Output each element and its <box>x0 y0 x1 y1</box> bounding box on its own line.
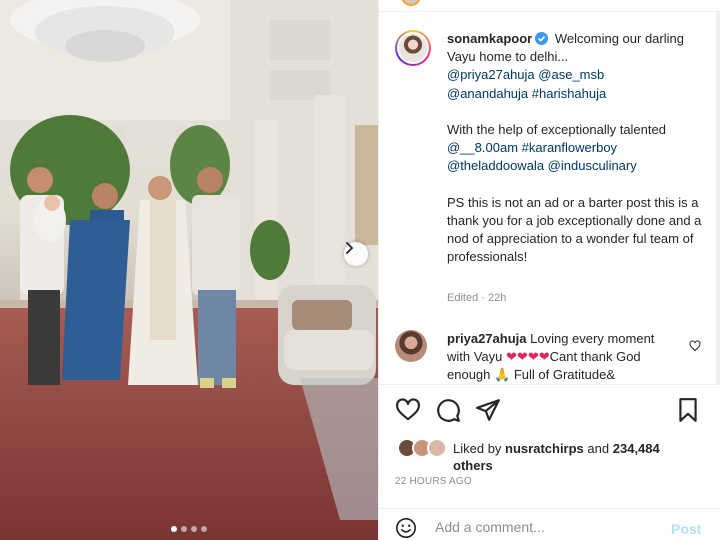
comment-like-heart-icon[interactable] <box>689 340 701 352</box>
caption-text: sonamkapoor Welcoming our darling Vayu h… <box>447 30 705 267</box>
likes-and: and <box>587 441 610 456</box>
commenter-username[interactable]: priya27ahuja <box>447 331 527 346</box>
comments-scrollbar[interactable] <box>715 12 720 384</box>
action-bar <box>379 384 720 434</box>
likes-summary: Liked by nusratchirps and 234,484 others <box>395 438 705 474</box>
hearts-emoji: ❤❤❤❤ <box>506 349 550 365</box>
post-timestamp[interactable]: 22 HOURS AGO <box>395 476 472 487</box>
author-username[interactable]: sonamkapoor <box>447 31 532 46</box>
likes-text: Liked by nusratchirps and 234,484 others <box>453 440 703 474</box>
comment-input[interactable] <box>435 519 655 535</box>
caption-paragraph: PS this is not an ad or a barter post th… <box>447 194 702 265</box>
mention-link[interactable]: @priya27ahuja <box>447 67 535 82</box>
share-icon[interactable] <box>475 397 501 423</box>
comment-text: priya27ahuja Loving every moment with Va… <box>447 330 677 384</box>
likes-prefix: Liked by <box>453 441 502 456</box>
header-strip <box>379 0 720 12</box>
comments-scroll-area[interactable]: sonamkapoor Welcoming our darling Vayu h… <box>379 12 715 384</box>
heart-icon[interactable] <box>395 397 421 423</box>
carousel-dot <box>191 526 197 532</box>
commenter-avatar[interactable] <box>395 330 427 362</box>
post-comment-button[interactable]: Post <box>671 521 701 537</box>
likes-others[interactable]: others <box>453 458 493 473</box>
pray-emoji: 🙏 <box>494 367 511 383</box>
mention-link[interactable]: @ase_msb <box>538 67 604 82</box>
caption-paragraph: With the help of exceptionally talented <box>447 122 666 138</box>
comment-body: Full of Gratitude& <box>513 367 615 383</box>
chevron-right-icon <box>346 242 354 254</box>
likes-count[interactable]: 234,484 <box>613 441 660 456</box>
author-avatar[interactable] <box>395 30 431 66</box>
header-avatar[interactable] <box>401 0 421 6</box>
bookmark-icon[interactable] <box>675 397 701 423</box>
post-photo-scene <box>0 0 378 540</box>
verified-icon <box>535 32 549 45</box>
post-photo[interactable] <box>0 0 378 540</box>
carousel-dots <box>0 526 378 532</box>
carousel-dot <box>181 526 187 532</box>
liker-username[interactable]: nusratchirps <box>505 441 584 456</box>
carousel-dot <box>201 526 207 532</box>
hashtag-link[interactable]: #harishahuja <box>532 86 606 101</box>
edited-timestamp: Edited · 22h <box>447 292 507 304</box>
emoji-icon[interactable] <box>395 517 417 539</box>
mention-link[interactable]: @__8.00am <box>447 140 518 155</box>
next-slide-button[interactable] <box>344 242 368 266</box>
carousel-dot <box>171 526 177 532</box>
hashtag-link[interactable]: #karanflowerboy <box>522 140 617 155</box>
liker-avatars[interactable] <box>397 438 449 460</box>
mention-link[interactable]: @anandahuja <box>447 86 528 101</box>
post-panel: sonamkapoor Welcoming our darling Vayu h… <box>378 0 720 540</box>
add-comment-bar: Post <box>379 508 720 540</box>
mention-link[interactable]: @indusculinary <box>548 158 637 173</box>
mention-link[interactable]: @theladdoowala <box>447 158 544 173</box>
comment-icon[interactable] <box>435 397 461 423</box>
